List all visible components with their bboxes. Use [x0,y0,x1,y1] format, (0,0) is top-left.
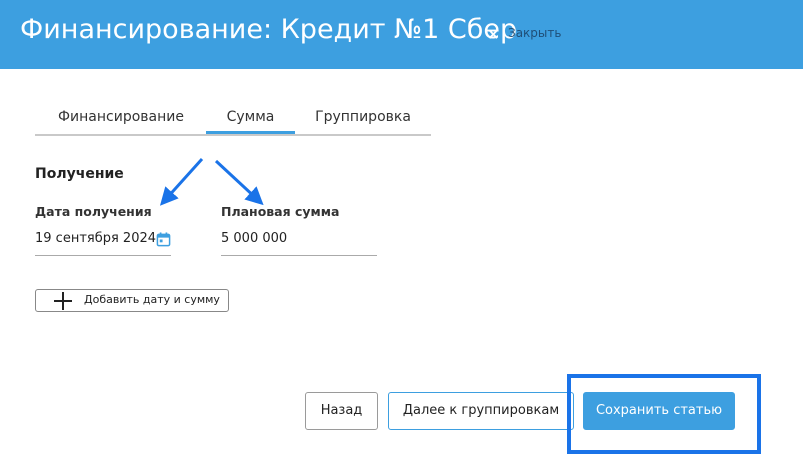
date-field-underline [35,255,171,256]
tab-amount[interactable]: Сумма [206,108,295,134]
annotation-arrow-date [159,157,204,206]
tab-financing[interactable]: Финансирование [43,108,199,134]
amount-field[interactable]: 5 000 000 [221,231,287,246]
save-item-button[interactable]: Сохранить статью [583,392,735,430]
tab-grouping[interactable]: Группировка [309,108,417,134]
date-field[interactable]: 19 сентября 2024 [35,231,156,246]
add-date-amount-label: Добавить дату и сумму [84,293,220,306]
dialog-header: Финансирование: Кредит №1 Сбер × Закрыть [0,0,803,69]
section-title: Получение [35,166,124,182]
dialog-title: Финансирование: Кредит №1 Сбер [20,14,518,45]
annotation-arrow-amount [214,159,264,206]
back-button[interactable]: Назад [305,392,378,430]
amount-label: Плановая сумма [221,204,340,219]
date-label: Дата получения [35,204,152,219]
calendar-icon[interactable] [156,232,171,247]
close-link[interactable]: Закрыть [508,26,561,40]
close-icon[interactable]: × [487,25,500,43]
amount-field-underline [221,255,377,256]
plus-icon [54,292,72,310]
next-to-grouping-button[interactable]: Далее к группировкам [388,392,574,430]
add-date-amount-button[interactable]: Добавить дату и сумму [35,289,229,312]
tab-bar: Финансирование Сумма Группировка [35,108,431,136]
annotation-arrows [159,157,264,206]
